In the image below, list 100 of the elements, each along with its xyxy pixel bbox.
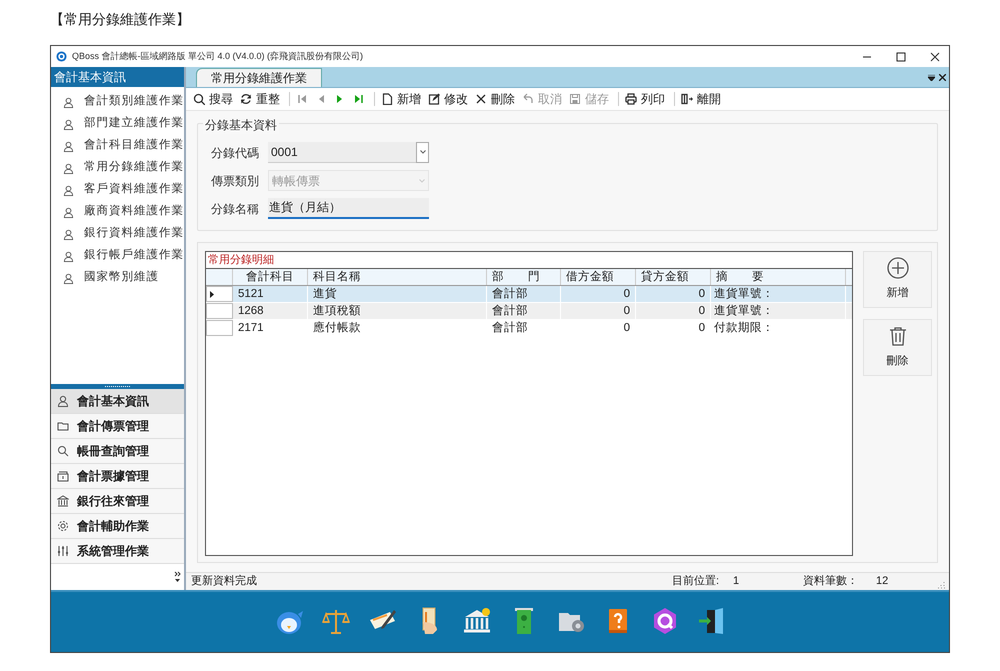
chevron-down-icon: [420, 150, 426, 154]
person-icon: [63, 162, 74, 174]
group-title: 分錄基本資料: [203, 116, 279, 134]
table-cell: 進貨單號：: [711, 286, 846, 302]
exit-icon: [681, 93, 693, 105]
nav-item[interactable]: 銀行往來管理: [51, 489, 184, 514]
table-cell: 0: [636, 320, 711, 336]
document-icon: [381, 93, 393, 105]
table-cell: 0: [561, 320, 636, 336]
add-button[interactable]: 新增: [863, 251, 932, 308]
row-pointer-icon: [210, 290, 214, 298]
nav-item[interactable]: 會計基本資訊: [51, 389, 184, 414]
table-cell: 1268: [233, 303, 308, 319]
folder-icon: [57, 420, 69, 432]
refresh-button[interactable]: 重整: [238, 89, 282, 109]
tab[interactable]: 常用分錄維護作業: [196, 68, 322, 87]
text-field[interactable]: 進貨（月結）: [268, 198, 429, 219]
last-record-icon: [353, 93, 365, 105]
edit-icon: [428, 93, 440, 105]
sliders-icon: [57, 545, 69, 557]
page-caption: 【常用分錄維護作業】: [50, 11, 190, 27]
edit-button[interactable]: 修改: [426, 89, 470, 109]
table-cell: 應付帳款: [308, 320, 487, 336]
refresh-icon: [240, 93, 252, 105]
table-cell: 5121: [233, 286, 308, 302]
search-icon: [57, 445, 69, 457]
delete-button[interactable]: 刪除: [863, 319, 932, 376]
table-cell: 0: [636, 303, 711, 319]
table-cell: 2171: [233, 320, 308, 336]
nav-item[interactable]: 系統管理作業: [51, 539, 184, 564]
search-icon: [193, 93, 205, 105]
table-cell: 會計部: [487, 320, 561, 336]
table-cell: 付款期限：: [711, 320, 846, 336]
close-icon: [475, 93, 487, 105]
count-label: 資料筆數：: [803, 574, 858, 590]
table-cell: 0: [561, 286, 636, 302]
column-header[interactable]: 會計科目: [233, 269, 308, 285]
nav-item[interactable]: 帳冊查詢管理: [51, 439, 184, 464]
sidebar-item[interactable]: 客戶資料維護作業: [51, 179, 184, 201]
plus-circle-icon: [886, 257, 908, 280]
close-button[interactable]: 刪除: [473, 89, 517, 109]
table-cell: 會計部: [487, 303, 561, 319]
table-cell: 0: [636, 286, 711, 302]
close-icon[interactable]: [939, 74, 946, 81]
header-cell: [846, 269, 852, 285]
column-header[interactable]: 摘 要: [711, 269, 846, 285]
column-header[interactable]: 部 門: [487, 269, 561, 285]
dropdown-field[interactable]: 0001: [268, 142, 429, 163]
document-button[interactable]: 新增: [379, 89, 423, 109]
table-cell: 進貨: [308, 286, 487, 302]
table-row[interactable]: 1268 進項稅額 會計部 0 0 進貨單號：: [206, 303, 852, 320]
dropdown-icon[interactable]: [928, 75, 935, 81]
nav-item[interactable]: 會計輔助作業: [51, 514, 184, 539]
field-label: 傳票類別: [211, 172, 260, 190]
nav-item[interactable]: 會計傳票管理: [51, 414, 184, 439]
chevron-down-icon[interactable]: [174, 571, 181, 583]
splitter-handle[interactable]: [51, 384, 184, 389]
sidebar-item[interactable]: 銀行資料維護作業: [51, 223, 184, 245]
person-icon: [63, 228, 74, 240]
person-icon: [63, 250, 74, 262]
maximize-button[interactable]: [895, 50, 907, 62]
sidebar-item[interactable]: 常用分錄維護作業: [51, 157, 184, 179]
first-record-icon: [296, 93, 308, 105]
sidebar-item[interactable]: 廠商資料維護作業: [51, 201, 184, 223]
person-icon: [63, 96, 74, 108]
print-icon: [625, 93, 637, 105]
position-value: 1: [733, 574, 740, 590]
search-button[interactable]: 搜尋: [191, 89, 235, 109]
column-header[interactable]: 科目名稱: [308, 269, 487, 285]
gear-icon: [57, 520, 69, 532]
table-cell: 0: [561, 303, 636, 319]
exit-button[interactable]: 離開: [679, 89, 723, 109]
close-button[interactable]: [929, 50, 941, 62]
sidebar-item[interactable]: 會計類別維護作業: [51, 91, 184, 113]
nav-item[interactable]: 會計票據管理: [51, 464, 184, 489]
row-header[interactable]: [206, 286, 233, 302]
box-icon: [57, 470, 69, 482]
resize-grip-icon[interactable]: [938, 580, 946, 588]
table-cell: 進項稅額: [308, 303, 487, 319]
column-header[interactable]: 借方金額: [561, 269, 636, 285]
sidebar-item[interactable]: 國家幣別維護: [51, 267, 184, 289]
status-message: 更新資料完成: [191, 574, 257, 590]
sidebar-item[interactable]: 部門建立維護作業: [51, 113, 184, 135]
table-cell: 進貨單號：: [711, 303, 846, 319]
count-value: 12: [876, 574, 890, 590]
column-header[interactable]: 貸方金額: [636, 269, 711, 285]
sidebar-item[interactable]: 銀行帳戶維護作業: [51, 245, 184, 267]
position-label: 目前位置:: [672, 574, 719, 590]
print-button[interactable]: 列印: [623, 89, 667, 109]
header-cell: [206, 269, 233, 285]
window-title: QBoss 會計總帳-區域網路版 單公司 4.0 (V4.0.0) (弈飛資訊股份有限公司): [72, 50, 364, 63]
field-label: 分錄名稱: [211, 200, 260, 218]
table-row[interactable]: 5121 進貨 會計部 0 0 進貨單號：: [206, 286, 852, 303]
chevron-down-icon: [418, 178, 424, 182]
undo-icon: [522, 93, 534, 105]
person-icon: [63, 118, 74, 130]
app-logo-icon: [56, 51, 67, 62]
sidebar-item[interactable]: 會計科目維護作業: [51, 135, 184, 157]
person-icon: [63, 184, 74, 196]
save-icon: [569, 93, 581, 105]
